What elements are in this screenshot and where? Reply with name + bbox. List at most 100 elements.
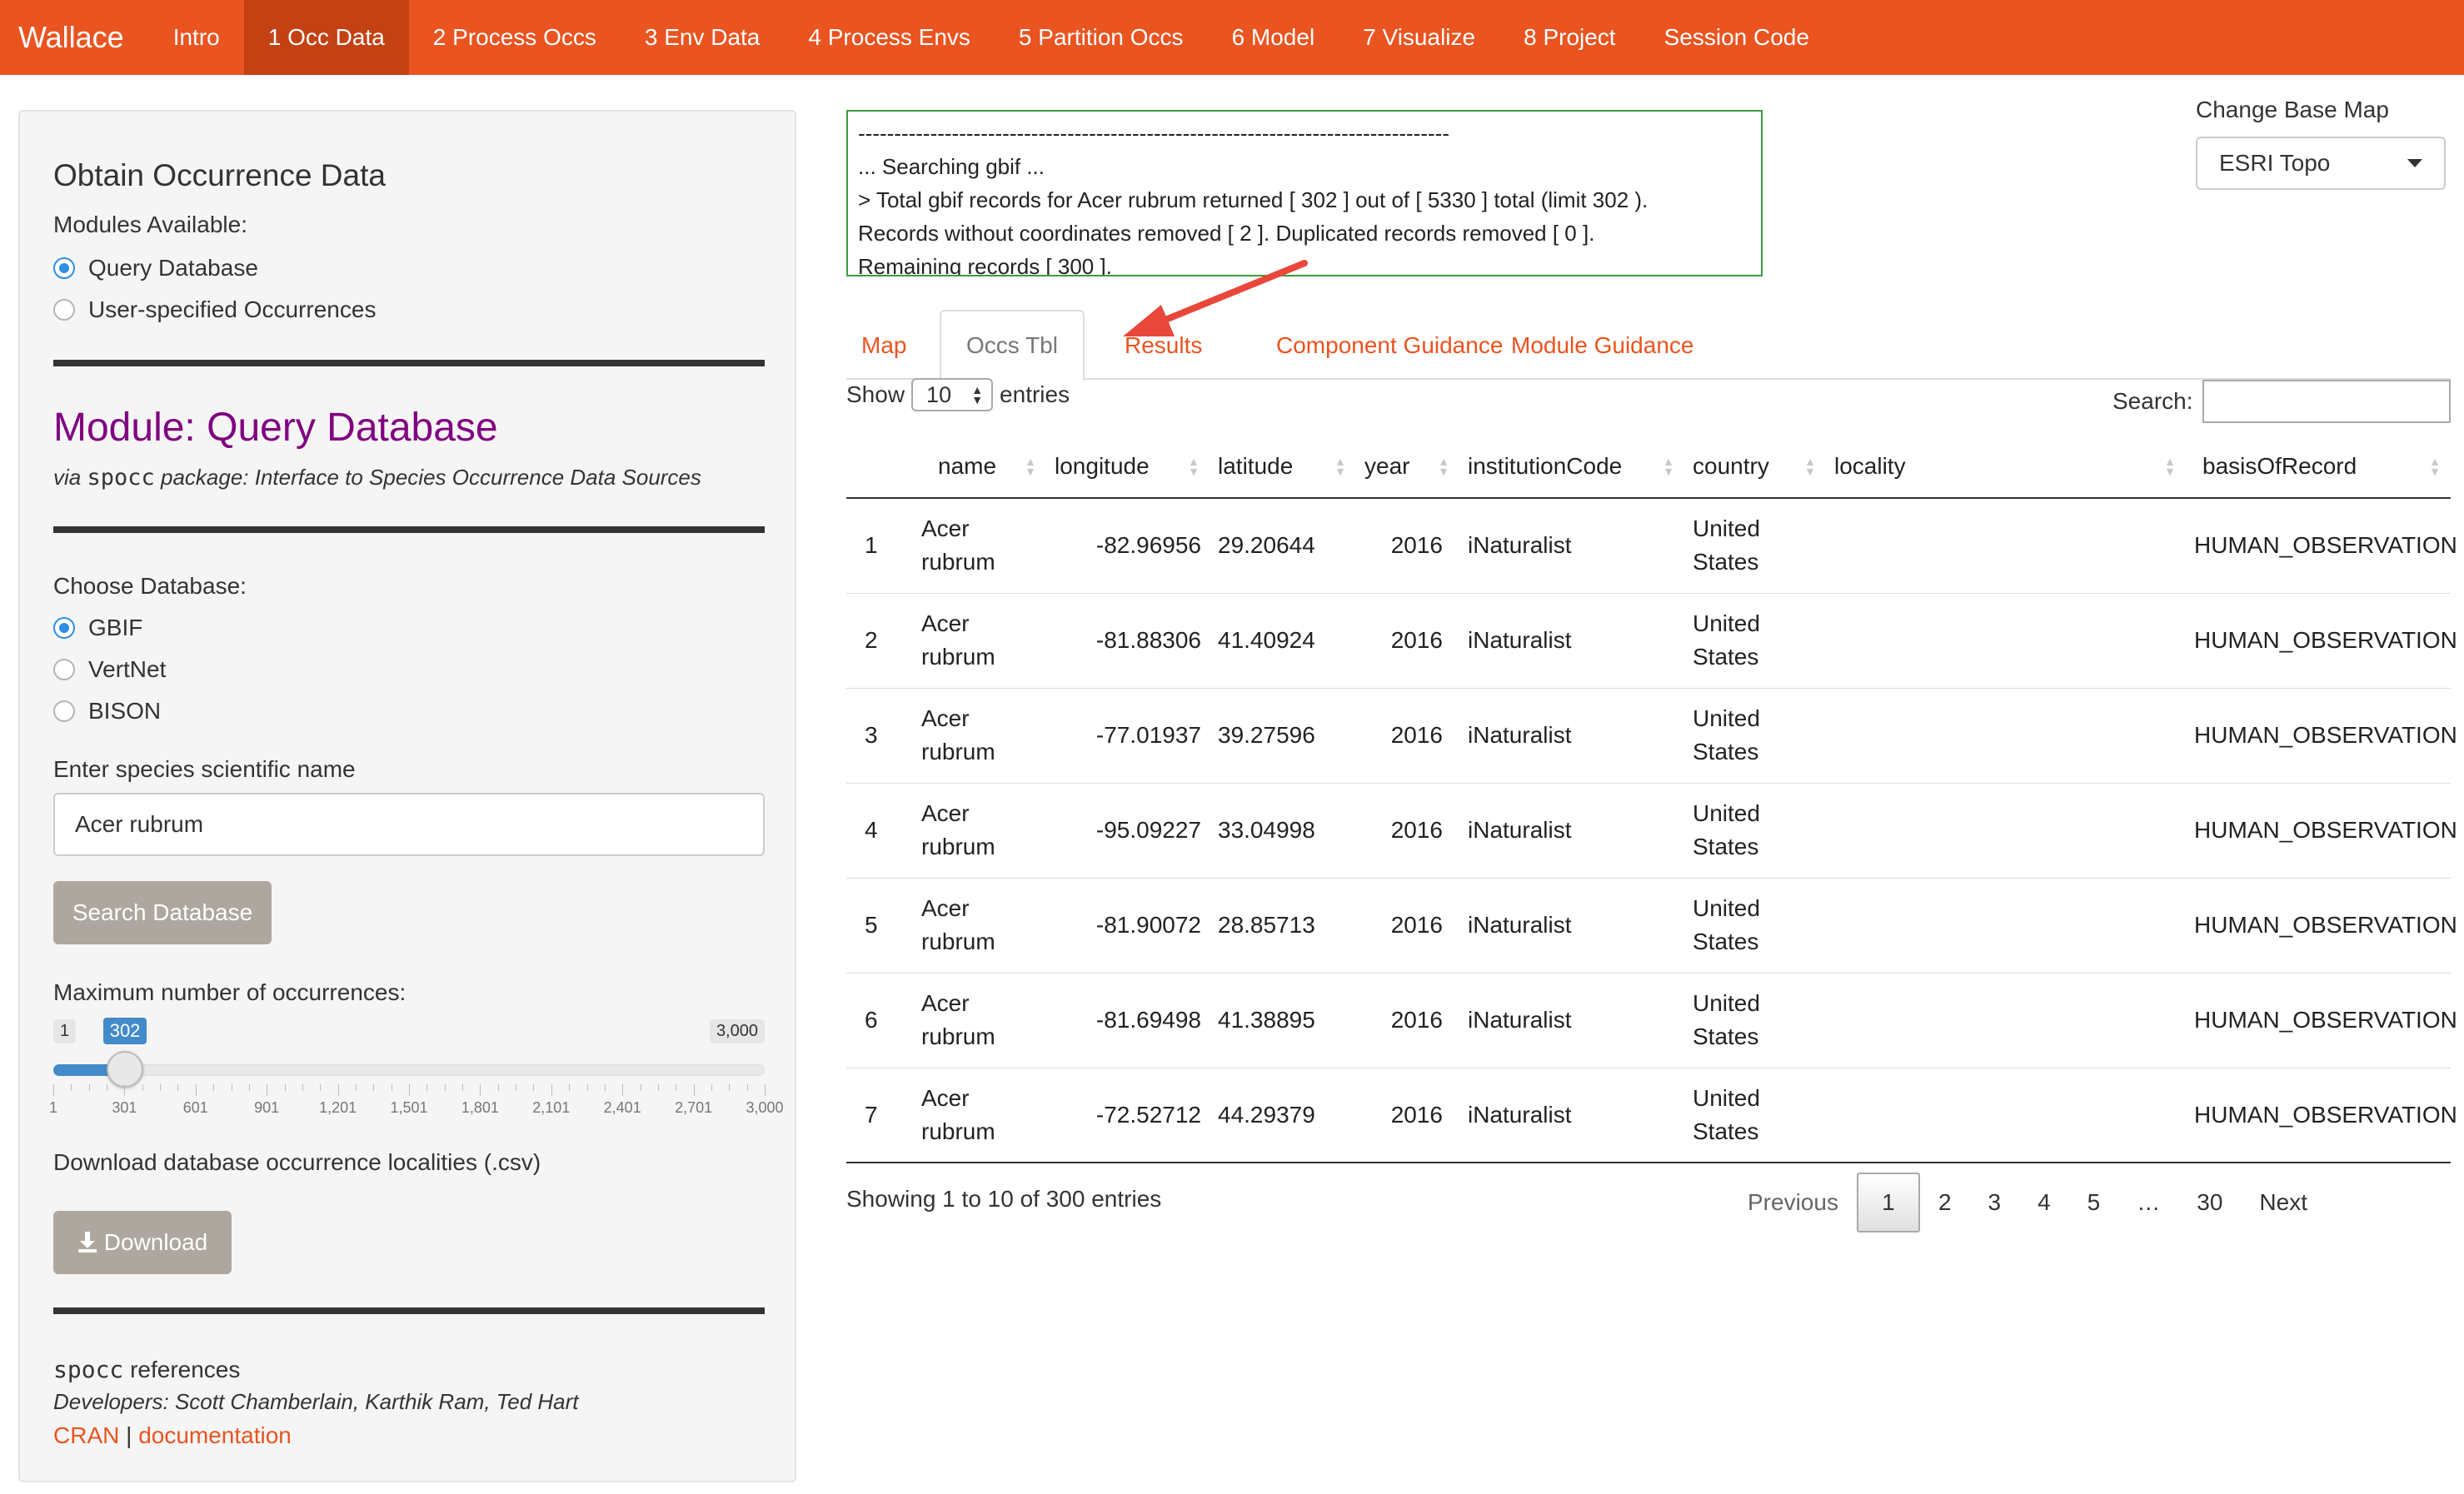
slider-tick (71, 1084, 72, 1091)
log-line: ----------------------------------------… (858, 121, 1449, 146)
base-map-select[interactable]: ESRI Topo (2196, 137, 2446, 190)
radio-gbif[interactable]: GBIF (53, 615, 142, 641)
entries-label: entries (1000, 381, 1070, 407)
radio-vertnet[interactable]: VertNet (53, 656, 166, 683)
search-database-button[interactable]: Search Database (53, 881, 272, 944)
slider-tick (551, 1084, 552, 1096)
table-row[interactable]: 3 Acer rubrum -77.01937 39.27596 2016 iNatura… (846, 688, 2457, 784)
documentation-link[interactable]: documentation (138, 1422, 292, 1448)
page-length-select[interactable]: 10 ▲ ▼ (911, 378, 994, 411)
pagination-page[interactable]: 5 (2069, 1173, 2119, 1233)
table-row[interactable]: 2 Acer rubrum -81.88306 41.40924 2016 iNatura… (846, 593, 2457, 689)
tab-map[interactable]: Map (861, 310, 906, 381)
pagination-page[interactable]: 1 (1856, 1173, 1920, 1233)
column-label: name (938, 452, 997, 479)
annotation-arrow-icon (1123, 260, 1308, 336)
pagination-page[interactable]: 4 (2019, 1173, 2069, 1233)
slider-tick (729, 1084, 731, 1091)
tab-occs-tbl[interactable]: Occs Tbl (940, 310, 1085, 381)
cran-link[interactable]: CRAN (53, 1422, 119, 1448)
radio-icon-selected[interactable] (53, 617, 75, 639)
radio-icon[interactable] (53, 299, 75, 321)
slider-value-label: 302 (102, 1018, 147, 1044)
pagination-next[interactable]: Next (2241, 1173, 2326, 1233)
slider-tick (53, 1084, 54, 1096)
table-cell-index: 7 (846, 1068, 913, 1163)
slider-tick-label: 301 (112, 1099, 137, 1116)
nav-item-session-code[interactable]: Session Code (1640, 0, 1833, 75)
radio-user-specified[interactable]: User-specified Occurrences (53, 296, 376, 323)
column-header-name[interactable]: name ▲ ▼ (913, 435, 1046, 499)
radio-icon[interactable] (53, 659, 75, 680)
pagination-page[interactable]: 3 (1970, 1173, 2020, 1233)
column-header-basisofrecord[interactable]: basisOfRecord ▲ ▼ (2186, 435, 2451, 499)
table-cell-longitude: -95.09227 (1046, 783, 1210, 879)
nav-item-1-occ-data[interactable]: 1 Occ Data (243, 0, 409, 75)
slider-tick-label: 2,401 (603, 1099, 641, 1116)
slider-tick (657, 1084, 659, 1091)
show-label: Show (846, 381, 905, 407)
table-cell-longitude: -77.01937 (1046, 688, 1210, 784)
nav-item-6-model[interactable]: 6 Model (1208, 0, 1339, 75)
table-cell-name: Acer rubrum (913, 783, 1046, 879)
column-label: country (1693, 452, 1769, 479)
table-cell-index: 4 (846, 783, 913, 879)
table-row[interactable]: 7 Acer rubrum -72.52712 44.29379 2016 iNatura… (846, 1068, 2457, 1163)
sort-icon: ▲ ▼ (2429, 454, 2441, 478)
base-map-value: ESRI Topo (2219, 150, 2331, 176)
nav-item-4-process-envs[interactable]: 4 Process Envs (784, 0, 995, 75)
tab-module-guidance[interactable]: Module Guidance (1511, 310, 1693, 381)
nav-item-7-visualize[interactable]: 7 Visualize (1339, 0, 1499, 75)
row-number-header (846, 435, 913, 499)
column-header-country[interactable]: country ▲ ▼ (1684, 435, 1826, 499)
table-row[interactable]: 6 Acer rubrum -81.69498 41.38895 2016 iNatura… (846, 973, 2457, 1068)
radio-icon[interactable] (53, 700, 75, 722)
slider-handle[interactable] (106, 1051, 143, 1088)
slider-track[interactable] (53, 1064, 765, 1076)
nav-item-3-env-data[interactable]: 3 Env Data (621, 0, 785, 75)
pagination-previous[interactable]: Previous (1729, 1173, 1857, 1233)
slider-tick-label: 2,101 (532, 1099, 571, 1116)
table-cell-institutionCode: iNaturalist (1459, 783, 1684, 879)
column-header-institutioncode[interactable]: institutionCode ▲ ▼ (1459, 435, 1684, 499)
nav-item-2-process-occs[interactable]: 2 Process Occs (409, 0, 621, 75)
species-input[interactable]: Acer rubrum (53, 793, 765, 856)
nav-item-5-partition-occs[interactable]: 5 Partition Occs (995, 0, 1208, 75)
brand-title[interactable]: Wallace (0, 0, 149, 75)
slider-tick-label: 3,000 (746, 1099, 784, 1116)
table-search-input[interactable] (2202, 380, 2451, 423)
nav-item-intro[interactable]: Intro (149, 0, 244, 75)
table-cell-country: United States (1684, 973, 1826, 1068)
table-cell-institutionCode: iNaturalist (1459, 593, 1684, 689)
table-row[interactable]: 4 Acer rubrum -95.09227 33.04998 2016 iNatura… (846, 783, 2457, 879)
radio-bison[interactable]: BISON (53, 698, 161, 725)
slider-max-label: 3,000 (709, 1019, 765, 1043)
pagination-page[interactable]: 30 (2178, 1173, 2241, 1233)
download-button[interactable]: Download (53, 1211, 232, 1274)
slider-tick (302, 1084, 303, 1091)
slider-tick (195, 1084, 197, 1096)
table-row[interactable]: 1 Acer rubrum -82.96956 29.20644 2016 iNatura… (846, 498, 2457, 594)
slider-tick (462, 1084, 464, 1091)
table-cell-locality (1826, 783, 2186, 879)
sort-icon: ▲ ▼ (1025, 454, 1036, 478)
table-row[interactable]: 5 Acer rubrum -81.90072 28.85713 2016 iNatura… (846, 878, 2457, 974)
radio-icon-selected[interactable] (53, 257, 75, 279)
max-occurrences-slider[interactable]: 1 3,000 302 1 301 601 901 1,201 1,501 1,801 2,1… (49, 1018, 784, 1119)
divider (53, 526, 765, 533)
nav-item-8-project[interactable]: 8 Project (1499, 0, 1640, 75)
radio-query-database[interactable]: Query Database (53, 255, 258, 281)
table-cell-institutionCode: iNaturalist (1459, 973, 1684, 1068)
database-label: Choose Database: (53, 573, 247, 599)
column-header-longitude[interactable]: longitude ▲ ▼ (1046, 435, 1210, 499)
module-title: Module: Query Database (53, 406, 498, 450)
table-cell-locality (1826, 593, 2186, 689)
column-header-locality[interactable]: locality ▲ ▼ (1826, 435, 2186, 499)
pagination-page[interactable]: 2 (1920, 1173, 1970, 1233)
table-cell-basisOfRecord: HUMAN_OBSERVATION (2186, 498, 2457, 594)
column-header-latitude[interactable]: latitude ▲ ▼ (1210, 435, 1356, 499)
log-line: > Total gbif records for Acer rubrum ret… (858, 187, 1648, 212)
column-header-year[interactable]: year ▲ ▼ (1356, 435, 1459, 499)
table-search-label: Search: (2112, 388, 2193, 414)
table-cell-year: 2016 (1356, 783, 1459, 879)
